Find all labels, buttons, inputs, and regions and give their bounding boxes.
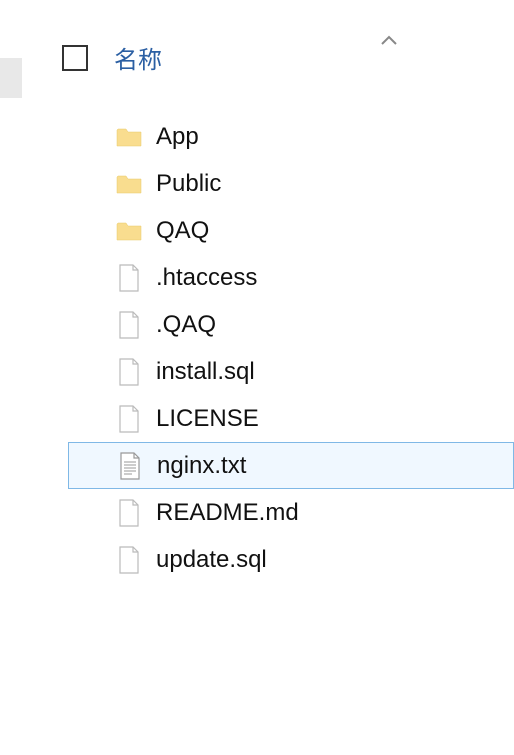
- select-all-checkbox[interactable]: [62, 45, 88, 71]
- file-icon: [116, 310, 142, 340]
- item-name: .htaccess: [156, 264, 257, 292]
- list-item[interactable]: Public: [108, 160, 514, 207]
- item-name: README.md: [156, 499, 299, 527]
- folder-icon: [116, 122, 142, 152]
- item-name: App: [156, 123, 199, 151]
- file-icon: [116, 498, 142, 528]
- textfile-icon: [117, 451, 143, 481]
- file-list: App Public QAQ .htaccess .QAQ install.sq…: [0, 93, 514, 583]
- column-header-name[interactable]: 名称: [114, 40, 162, 75]
- item-name: nginx.txt: [157, 452, 246, 480]
- file-icon: [116, 545, 142, 575]
- column-header-row[interactable]: 名称: [0, 0, 514, 93]
- file-icon: [116, 404, 142, 434]
- list-item[interactable]: nginx.txt: [68, 442, 514, 489]
- item-name: LICENSE: [156, 405, 259, 433]
- list-item[interactable]: update.sql: [108, 536, 514, 583]
- sort-arrow-icon[interactable]: [380, 30, 398, 51]
- file-icon: [116, 263, 142, 293]
- list-item[interactable]: App: [108, 113, 514, 160]
- list-item[interactable]: LICENSE: [108, 395, 514, 442]
- folder-icon: [116, 169, 142, 199]
- list-item[interactable]: README.md: [108, 489, 514, 536]
- list-item[interactable]: .QAQ: [108, 301, 514, 348]
- item-name: QAQ: [156, 217, 209, 245]
- item-name: Public: [156, 170, 221, 198]
- item-name: .QAQ: [156, 311, 216, 339]
- list-item[interactable]: QAQ: [108, 207, 514, 254]
- item-name: update.sql: [156, 546, 267, 574]
- item-name: install.sql: [156, 358, 255, 386]
- folder-icon: [116, 216, 142, 246]
- list-item[interactable]: install.sql: [108, 348, 514, 395]
- list-item[interactable]: .htaccess: [108, 254, 514, 301]
- file-icon: [116, 357, 142, 387]
